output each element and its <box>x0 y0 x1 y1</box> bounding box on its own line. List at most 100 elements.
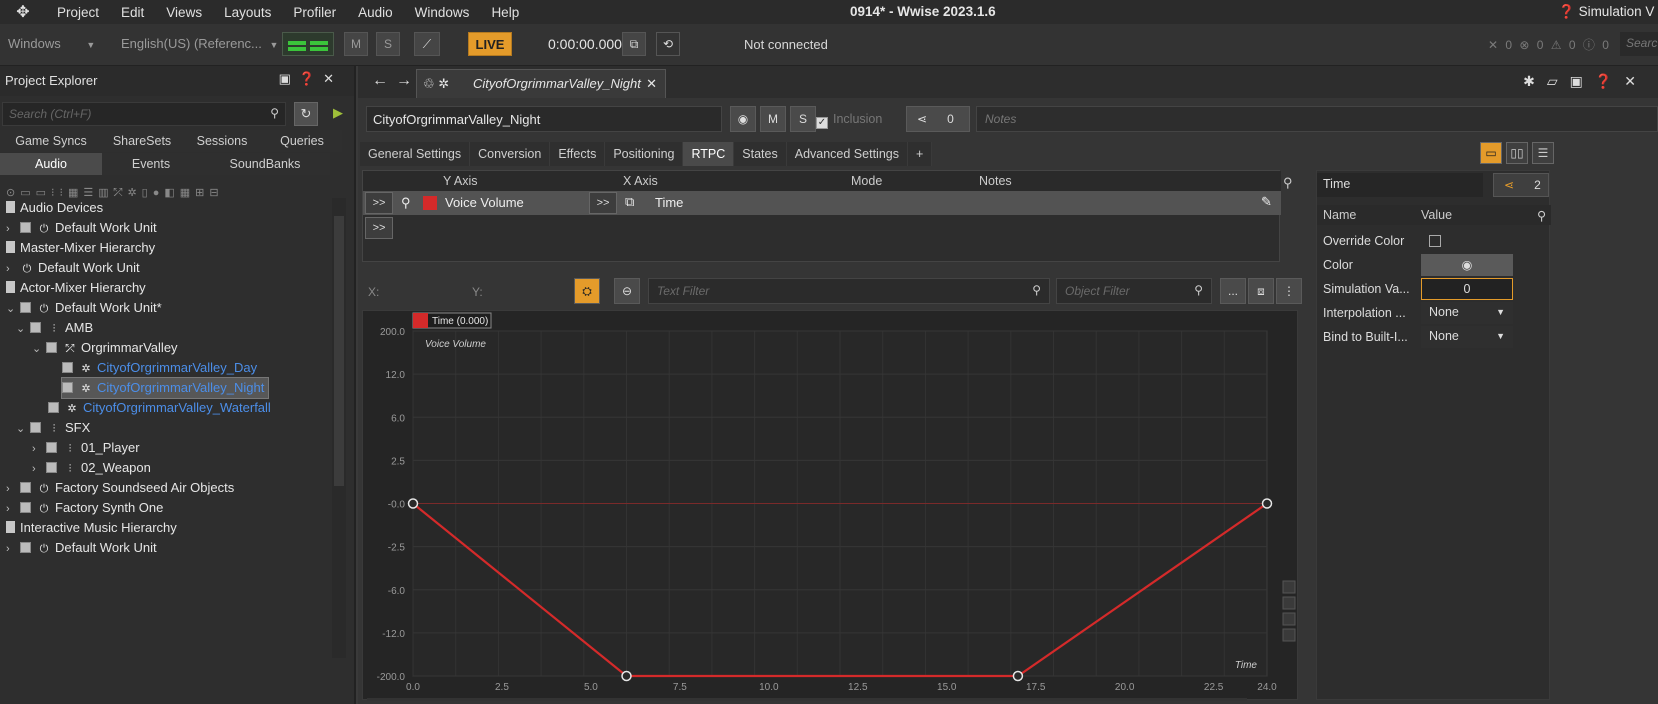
global-search-input[interactable]: Searc <box>1620 32 1658 56</box>
profiler-graph-button[interactable]: ⟋ <box>414 32 440 56</box>
tab-states[interactable]: States <box>734 142 787 166</box>
bind-dropdown[interactable]: None ▼ <box>1421 326 1513 348</box>
menu-audio[interactable]: Audio <box>347 5 404 20</box>
rtpc-curve-chart[interactable]: 200.0 12.0 6.0 2.5 -0.0 -2.5 -6.0 -12.0 -200.00.… <box>363 311 1299 704</box>
meter-button[interactable] <box>282 32 334 56</box>
zoom-button[interactable] <box>1282 612 1296 626</box>
zoom-button[interactable] <box>1282 628 1296 642</box>
curve-point[interactable] <box>407 498 419 509</box>
tree-item-02-weapon[interactable]: › ⫶ 02_Weapon <box>32 458 151 478</box>
override-color-checkbox[interactable] <box>1429 235 1441 247</box>
refresh-connect-button[interactable]: ⟲ <box>656 32 680 56</box>
tree-item-default-work-unit[interactable]: ⌄ ⏻ Default Work Unit* <box>6 298 162 318</box>
menu-profiler[interactable]: Profiler <box>282 5 347 20</box>
tree-item-master-mixer[interactable]: Master-Mixer Hierarchy <box>6 238 155 258</box>
checkbox[interactable] <box>20 302 31 313</box>
remote-connect-button[interactable]: ⧉ <box>622 32 646 56</box>
tab-events[interactable]: Events <box>102 153 200 175</box>
curve-point[interactable] <box>621 670 632 682</box>
tree-item-city-waterfall[interactable]: ✲ CityofOrgrimmarValley_Waterfall <box>48 398 271 418</box>
checkbox[interactable] <box>30 422 41 433</box>
close-icon[interactable]: ✕ <box>1624 73 1648 89</box>
mute-button[interactable]: M <box>344 32 368 56</box>
explorer-search-input[interactable]: Search (Ctrl+F) ⚲ <box>2 102 286 126</box>
more-options-button[interactable]: ... <box>1220 278 1246 304</box>
solo-button[interactable]: S <box>790 106 816 132</box>
single-view-icon[interactable]: ▭ <box>1480 142 1502 164</box>
log-counts[interactable]: ✕ 0 ⊗ 0 ⚠ 0 ⓘ 0 <box>1488 36 1611 53</box>
tree-item-city-day[interactable]: ✲ CityofOrgrimmarValley_Day <box>62 358 257 378</box>
color-button[interactable]: ◉ <box>730 106 756 132</box>
tree-item-default-work-unit[interactable]: › ⏻ Default Work Unit <box>6 258 140 278</box>
chevron-right-icon[interactable]: › <box>32 439 46 459</box>
rows-view-icon[interactable]: ☰ <box>1532 142 1554 164</box>
tree-item-city-night[interactable]: ✲ CityofOrgrimmarValley_Night <box>60 377 270 399</box>
interpolation-dropdown[interactable]: None ▼ <box>1421 302 1513 324</box>
curve-point[interactable] <box>1261 498 1273 509</box>
platform-dropdown[interactable]: Windows ▼ <box>8 36 95 51</box>
tab-general-settings[interactable]: General Settings <box>360 142 471 166</box>
live-button[interactable]: LIVE <box>468 32 512 56</box>
inclusion-toggle[interactable]: ✓ Inclusion <box>816 112 882 129</box>
tree-item-default-work-unit[interactable]: › ⏻ Default Work Unit <box>6 538 157 558</box>
save-icon[interactable]: ▣ <box>1570 73 1595 89</box>
tab-advanced-settings[interactable]: Advanced Settings <box>786 142 908 166</box>
overflow-menu-button[interactable]: ⋮ <box>1276 278 1302 304</box>
star-icon[interactable]: ✱ <box>1523 73 1547 89</box>
editor-tab[interactable]: ♲ ✲ CityofOrgrimmarValley_Night ✕ <box>416 69 666 98</box>
parameter-references-button[interactable]: ⋖ 2 <box>1493 173 1549 197</box>
menu-edit[interactable]: Edit <box>110 5 155 20</box>
explorer-scrollbar[interactable] <box>332 198 346 658</box>
chevron-down-icon[interactable]: ⌄ <box>16 319 30 339</box>
language-dropdown[interactable]: English(US) (Referenc... ▼ <box>121 36 278 51</box>
close-icon[interactable]: ✕ <box>323 71 342 86</box>
back-arrow-icon[interactable]: ← <box>372 72 388 90</box>
tree-item-factory-synth[interactable]: › ⏻ Factory Synth One <box>6 498 163 518</box>
references-button[interactable]: ⋖ 0 <box>906 106 970 132</box>
tab-conversion[interactable]: Conversion <box>470 142 551 166</box>
checkbox[interactable] <box>46 462 57 473</box>
pin-icon[interactable]: ▣ <box>279 71 299 86</box>
help-icon[interactable]: ❓ <box>1595 73 1624 89</box>
tab-effects[interactable]: Effects <box>550 142 606 166</box>
split-view-icon[interactable]: ▯▯ <box>1506 142 1528 164</box>
object-filter-input[interactable]: Object Filter ⚲ <box>1056 278 1212 304</box>
tree-item-amb[interactable]: ⌄ ⫶ AMB <box>16 318 93 338</box>
expand-icon[interactable]: › <box>6 219 20 239</box>
simulation-value-input[interactable]: 0 <box>1421 278 1513 300</box>
close-icon[interactable]: ✕ <box>646 70 657 97</box>
color-picker-button[interactable]: ◉ <box>1421 254 1513 276</box>
x-axis-value[interactable]: Time <box>655 195 683 210</box>
scrollbar-thumb[interactable] <box>334 216 344 486</box>
menu-layouts[interactable]: Layouts <box>213 5 282 20</box>
checkbox[interactable] <box>62 382 73 393</box>
next-button[interactable]: ▶ <box>326 102 350 126</box>
expand-icon[interactable]: › <box>6 479 20 499</box>
expand-button[interactable]: >> <box>589 192 617 214</box>
tab-sessions[interactable]: Sessions <box>182 130 262 152</box>
curve-point[interactable] <box>1012 670 1024 682</box>
checkbox[interactable] <box>20 222 31 233</box>
checkbox[interactable] <box>48 402 59 413</box>
y-axis-value[interactable]: Voice Volume <box>445 195 524 210</box>
help-icon[interactable]: ❓ <box>299 71 323 86</box>
object-name-field[interactable]: CityofOrgrimmarValley_Night <box>366 106 722 132</box>
select-all-button[interactable]: ⧈ <box>1248 278 1274 304</box>
pin-icon[interactable]: ⚲ <box>401 195 411 211</box>
zoom-button[interactable] <box>1282 596 1296 610</box>
tree-item-orgrimmar-valley[interactable]: ⌄ ⤱ OrgrimmarValley <box>32 338 178 358</box>
edit-pencil-icon[interactable]: ✎ <box>1261 194 1272 210</box>
checkbox[interactable] <box>20 482 31 493</box>
checkbox[interactable] <box>30 322 41 333</box>
simulation-menu[interactable]: ❓ Simulation V <box>1558 4 1658 20</box>
tab-positioning[interactable]: Positioning <box>605 142 684 166</box>
folder-open-icon[interactable]: ▱ <box>1547 73 1570 89</box>
checkbox[interactable] <box>20 502 31 513</box>
checkbox[interactable] <box>46 342 57 353</box>
solo-button[interactable]: S <box>376 32 400 56</box>
expand-icon[interactable]: › <box>6 259 20 279</box>
mute-button[interactable]: M <box>760 106 786 132</box>
chevron-down-icon[interactable]: ⌄ <box>16 419 30 439</box>
tree-item-01-player[interactable]: › ⫶ 01_Player <box>32 438 140 458</box>
wwise-logo-icon[interactable]: ✥ <box>0 2 46 22</box>
